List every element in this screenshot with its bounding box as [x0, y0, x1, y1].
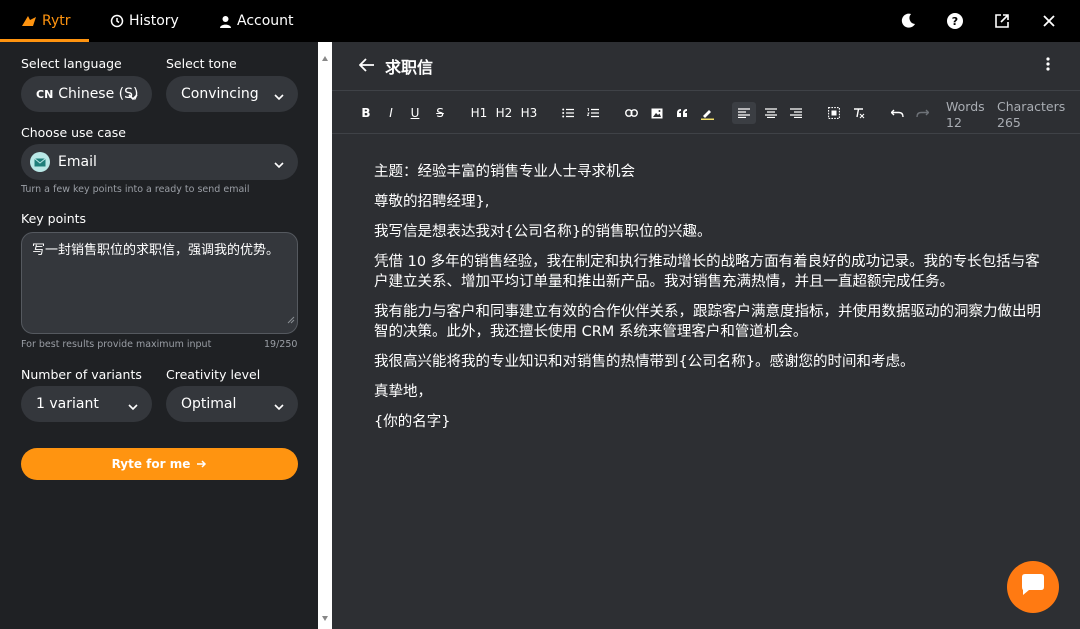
help-icon[interactable]: ? [945, 11, 965, 31]
account-icon [219, 15, 232, 28]
close-icon[interactable] [1039, 11, 1059, 31]
tone-label: Select tone [166, 56, 237, 71]
paragraph: 主题：经验丰富的销售专业人士寻求机会 [374, 164, 635, 180]
tab-rytr-label: Rytr [42, 13, 71, 29]
highlight-icon[interactable] [700, 104, 714, 122]
characters-counter: Characters 265 [997, 99, 1065, 131]
arrow-right-icon [196, 459, 207, 469]
paragraph: 真挚地， [374, 384, 432, 400]
resize-handle-icon[interactable] [287, 310, 295, 331]
editor-content[interactable]: 主题：经验丰富的销售专业人士寻求机会 尊敬的招聘经理}, 我写信是想表达我对{公… [374, 162, 1044, 442]
creativity-label: Creativity level [166, 367, 261, 382]
characters-value: 265 [997, 115, 1021, 130]
tab-account-label: Account [237, 13, 294, 29]
scroll-up-icon[interactable] [322, 46, 328, 65]
words-value: 12 [946, 115, 962, 130]
tone-select[interactable]: Convincing [166, 76, 298, 112]
words-counter: Words 12 [946, 99, 985, 131]
redo-icon[interactable] [915, 104, 929, 122]
keypoints-hint: For best results provide maximum input [21, 339, 212, 350]
chevron-down-icon [128, 399, 138, 415]
editor-panel: 求职信 B I U S H1 H2 H3 Words 12 Characters… [332, 42, 1080, 629]
top-bar: Rytr History Account ? [0, 0, 1080, 42]
variants-label: Number of variants [21, 367, 142, 382]
paragraph: 我很高兴能将我的专业知识和对销售的热情带到{公司名称}。感谢您的时间和考虑。 [374, 354, 915, 370]
paragraph: 我写信是想表达我对{公司名称}的销售职位的兴趣。 [374, 224, 712, 240]
usecase-hint: Turn a few key points into a ready to se… [21, 184, 250, 195]
chevron-down-icon [274, 399, 284, 415]
left-panel-scrollbar[interactable] [318, 42, 332, 629]
chat-icon [1020, 573, 1046, 601]
chevron-down-icon [128, 89, 138, 105]
language-prefix: CN [36, 87, 54, 101]
h1-button[interactable]: H1 [469, 104, 489, 122]
link-icon[interactable] [624, 104, 638, 122]
paragraph: 我有能力与客户和同事建立有效的合作伙伴关系，跟踪客户满意度指标，并使用数据驱动的… [374, 304, 1041, 340]
moon-icon[interactable] [898, 11, 918, 31]
usecase-value: Email [58, 154, 97, 170]
chat-button[interactable] [1007, 561, 1059, 613]
tab-history-label: History [129, 13, 179, 29]
tab-rytr[interactable]: Rytr [21, 0, 71, 42]
creativity-select[interactable]: Optimal [166, 386, 298, 422]
h2-button[interactable]: H2 [494, 104, 514, 122]
select-all-icon[interactable] [827, 104, 841, 122]
ryte-button-label: Ryte for me [111, 457, 191, 471]
chevron-down-icon [274, 157, 284, 173]
ryte-for-me-button[interactable]: Ryte for me [21, 448, 298, 480]
keypoints-count: 19/250 [264, 339, 298, 350]
keypoints-value: 写一封销售职位的求职信，强调我的优势。 [32, 243, 280, 258]
quote-icon[interactable] [675, 104, 689, 122]
rytr-logo-icon [21, 14, 37, 28]
scroll-down-icon[interactable] [322, 606, 328, 625]
h3-button[interactable]: H3 [519, 104, 539, 122]
words-label: Words [946, 99, 985, 114]
bold-button[interactable]: B [360, 104, 372, 122]
keypoints-label: Key points [21, 211, 87, 226]
language-select[interactable]: CN Chinese (S) [21, 76, 152, 112]
undo-icon[interactable] [890, 104, 904, 122]
image-icon[interactable] [650, 104, 664, 122]
paragraph: 凭借 10 多年的销售经验，我在制定和执行推动增长的战略方面有着良好的成功记录。… [374, 254, 1040, 290]
external-link-icon[interactable] [992, 11, 1012, 31]
paragraph: 尊敬的招聘经理}, [374, 194, 490, 210]
italic-button[interactable]: I [385, 104, 397, 122]
paragraph: {你的名字} [374, 414, 451, 430]
strike-button[interactable]: S [434, 104, 446, 122]
chevron-down-icon [274, 89, 284, 105]
underline-button[interactable]: U [409, 104, 421, 122]
editor-toolbar: B I U S H1 H2 H3 Words 12 Characters 265 [332, 90, 1080, 134]
usecase-label: Choose use case [21, 125, 126, 140]
keypoints-textarea[interactable]: 写一封销售职位的求职信，强调我的优势。 [21, 232, 298, 334]
variants-value: 1 variant [36, 396, 99, 412]
numbered-list-icon[interactable] [586, 104, 600, 122]
characters-label: Characters [997, 99, 1066, 114]
document-title[interactable]: 求职信 [385, 54, 433, 78]
align-left-icon[interactable] [732, 102, 756, 124]
usecase-select[interactable]: Email [21, 144, 298, 180]
left-panel: Select language CN Chinese (S) Select to… [0, 42, 318, 629]
email-icon [30, 152, 50, 172]
language-value: Chinese (S) [58, 86, 139, 102]
variants-select[interactable]: 1 variant [21, 386, 152, 422]
creativity-value: Optimal [181, 396, 237, 412]
history-icon [110, 14, 124, 28]
language-label: Select language [21, 56, 122, 71]
svg-text:?: ? [952, 15, 958, 28]
tab-history[interactable]: History [110, 0, 179, 42]
editor-header: 求职信 [332, 42, 1080, 90]
tone-value: Convincing [181, 86, 259, 102]
align-right-icon[interactable] [789, 104, 803, 122]
kebab-icon[interactable] [1046, 56, 1050, 75]
tab-account[interactable]: Account [219, 0, 294, 42]
bullet-list-icon[interactable] [561, 104, 575, 122]
back-arrow-icon[interactable] [358, 57, 375, 76]
clear-format-icon[interactable] [852, 104, 866, 122]
align-center-icon[interactable] [764, 104, 778, 122]
